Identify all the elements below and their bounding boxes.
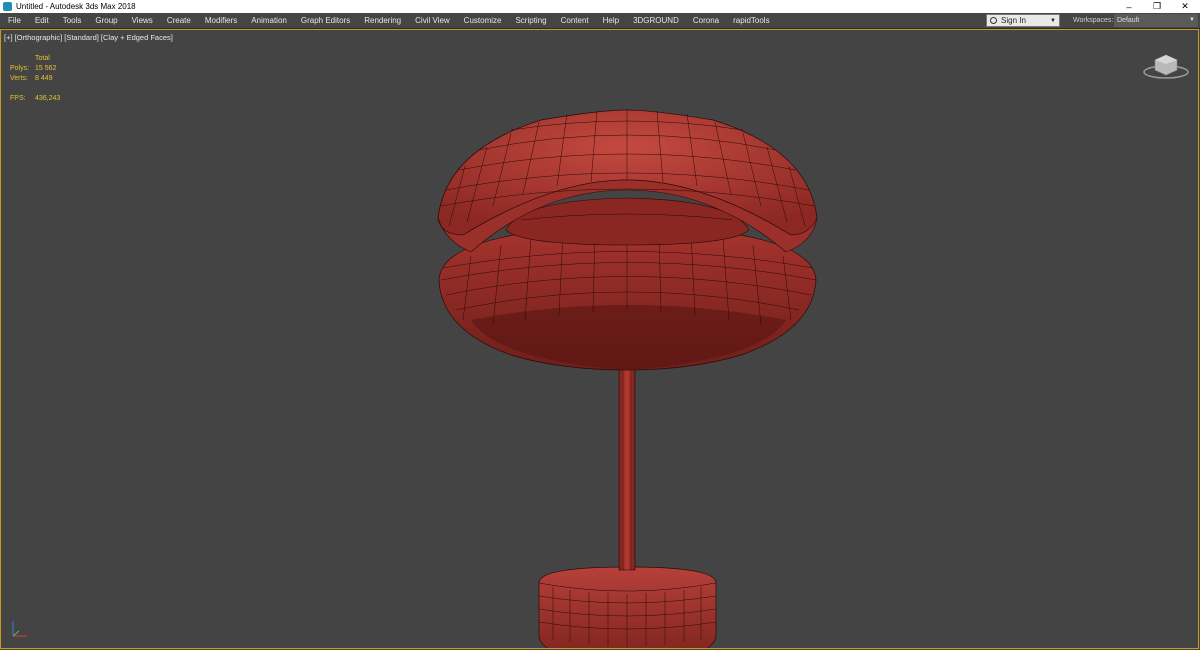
menu-corona[interactable]: Corona (686, 13, 726, 28)
window-title: Untitled - Autodesk 3ds Max 2018 (16, 2, 136, 11)
user-icon (990, 17, 997, 24)
menu-3dground[interactable]: 3DGROUND (626, 13, 686, 28)
title-bar: Untitled - Autodesk 3ds Max 2018 (0, 0, 1200, 13)
restore-button[interactable]: ❒ (1143, 0, 1171, 13)
menu-create[interactable]: Create (160, 13, 198, 28)
menu-tools[interactable]: Tools (56, 13, 89, 28)
menu-edit[interactable]: Edit (28, 13, 56, 28)
menu-views[interactable]: Views (125, 13, 160, 28)
chevron-down-icon: ▼ (1050, 17, 1056, 24)
viewcube-icon[interactable] (1141, 50, 1191, 82)
minimize-button[interactable]: – (1115, 0, 1143, 13)
workspaces-select[interactable]: Default ▼ (1114, 14, 1198, 27)
menu-animation[interactable]: Animation (244, 13, 294, 28)
lamp-lower-shade[interactable] (438, 224, 817, 371)
menu-rapidtools[interactable]: rapidTools (726, 13, 776, 28)
chevron-down-icon: ▼ (1189, 17, 1195, 23)
menu-scripting[interactable]: Scripting (508, 13, 553, 28)
menu-modifiers[interactable]: Modifiers (198, 13, 244, 28)
menu-content[interactable]: Content (554, 13, 596, 28)
lamp-base[interactable] (538, 566, 717, 648)
menu-civil-view[interactable]: Civil View (408, 13, 457, 28)
lamp-3d-model[interactable] (1, 30, 1199, 648)
menu-help[interactable]: Help (596, 13, 626, 28)
perspective-viewport[interactable]: [+] [Orthographic] [Standard] [Clay + Ed… (0, 29, 1199, 649)
menu-group[interactable]: Group (88, 13, 124, 28)
sign-in-dropdown[interactable]: Sign In ▼ (986, 14, 1060, 27)
axis-tripod-icon (12, 621, 27, 637)
menu-graph-editors[interactable]: Graph Editors (294, 13, 357, 28)
workspaces-value: Default (1117, 17, 1140, 24)
workspaces-label: Workspaces: (1073, 17, 1114, 24)
close-button[interactable]: ✕ (1171, 0, 1199, 13)
menu-customize[interactable]: Customize (457, 13, 509, 28)
menu-rendering[interactable]: Rendering (357, 13, 408, 28)
sign-in-label: Sign In (1001, 16, 1026, 25)
menu-file[interactable]: File (0, 13, 28, 28)
app-icon (3, 2, 12, 11)
